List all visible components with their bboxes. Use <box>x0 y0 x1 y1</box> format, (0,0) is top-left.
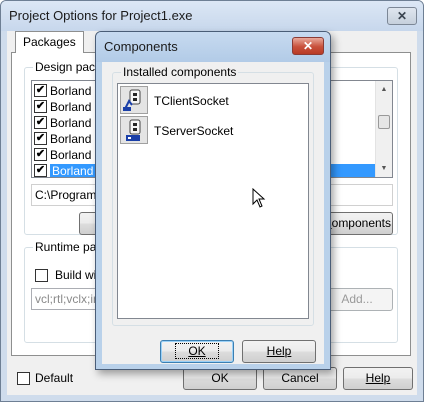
cancel-button-label: Cancel <box>281 371 319 385</box>
ok-button-label: OK <box>211 371 229 385</box>
dialog-ok-button[interactable]: OK <box>160 340 234 363</box>
scroll-thumb[interactable] <box>378 115 390 129</box>
component-item[interactable]: TServerSocket <box>120 116 308 146</box>
help-button[interactable]: Help <box>343 367 413 390</box>
tab-packages-label: Packages <box>23 35 76 49</box>
package-checkbox[interactable]: ✔ <box>34 100 47 113</box>
main-titlebar[interactable]: Project Options for Project1.exe ✕ <box>1 1 423 31</box>
scroll-up-icon[interactable]: ▲ <box>376 81 392 98</box>
ok-button[interactable]: OK <box>183 367 257 390</box>
cancel-button[interactable]: Cancel <box>263 367 337 390</box>
build-with-checkbox[interactable] <box>35 269 48 282</box>
package-checkbox[interactable]: ✔ <box>34 116 47 129</box>
components-dialog-title: Components <box>104 39 178 54</box>
components-client-area: Installed components TClientSocket TServ… <box>102 62 324 364</box>
components-button-label: omponents <box>331 216 392 230</box>
components-close-button[interactable]: ✕ <box>292 37 324 55</box>
dialog-ok-label: OK <box>175 343 219 359</box>
package-checkbox[interactable]: ✔ <box>34 132 47 145</box>
close-icon: ✕ <box>302 39 314 53</box>
components-dialog: Components ✕ Installed components TClien… <box>95 31 331 370</box>
main-close-button[interactable]: ✕ <box>387 7 417 25</box>
dialog-help-label: Help <box>266 344 292 358</box>
package-checkbox[interactable]: ✔ <box>34 164 47 177</box>
add-button-label: Add... <box>341 292 373 306</box>
main-window-title: Project Options for Project1.exe <box>9 8 193 23</box>
installed-components-label: Installed components <box>121 65 239 79</box>
component-label: TServerSocket <box>154 124 234 138</box>
mouse-pointer-icon <box>252 188 266 208</box>
close-icon: ✕ <box>396 9 408 23</box>
default-label: Default <box>35 371 74 385</box>
help-button-label: Help <box>365 371 391 385</box>
installed-components-list[interactable]: TClientSocket TServerSocket <box>117 83 309 319</box>
package-checkbox[interactable]: ✔ <box>34 148 47 161</box>
components-button[interactable]: Components <box>321 212 393 235</box>
dialog-help-button[interactable]: Help <box>242 340 316 363</box>
component-item[interactable]: TClientSocket <box>120 86 308 116</box>
server-socket-icon <box>120 116 148 144</box>
component-label: TClientSocket <box>154 94 229 108</box>
packages-scrollbar[interactable]: ▲ ▼ <box>375 81 392 177</box>
package-checkbox[interactable]: ✔ <box>34 84 47 97</box>
default-checkbox[interactable] <box>17 372 30 385</box>
scroll-down-icon[interactable]: ▼ <box>376 160 392 177</box>
add-button[interactable]: Add... <box>321 288 393 311</box>
installed-components-group: Installed components TClientSocket TServ… <box>112 65 314 326</box>
components-titlebar[interactable]: Components ✕ <box>96 32 330 62</box>
client-socket-icon <box>120 86 148 114</box>
tab-packages[interactable]: Packages <box>15 31 84 53</box>
